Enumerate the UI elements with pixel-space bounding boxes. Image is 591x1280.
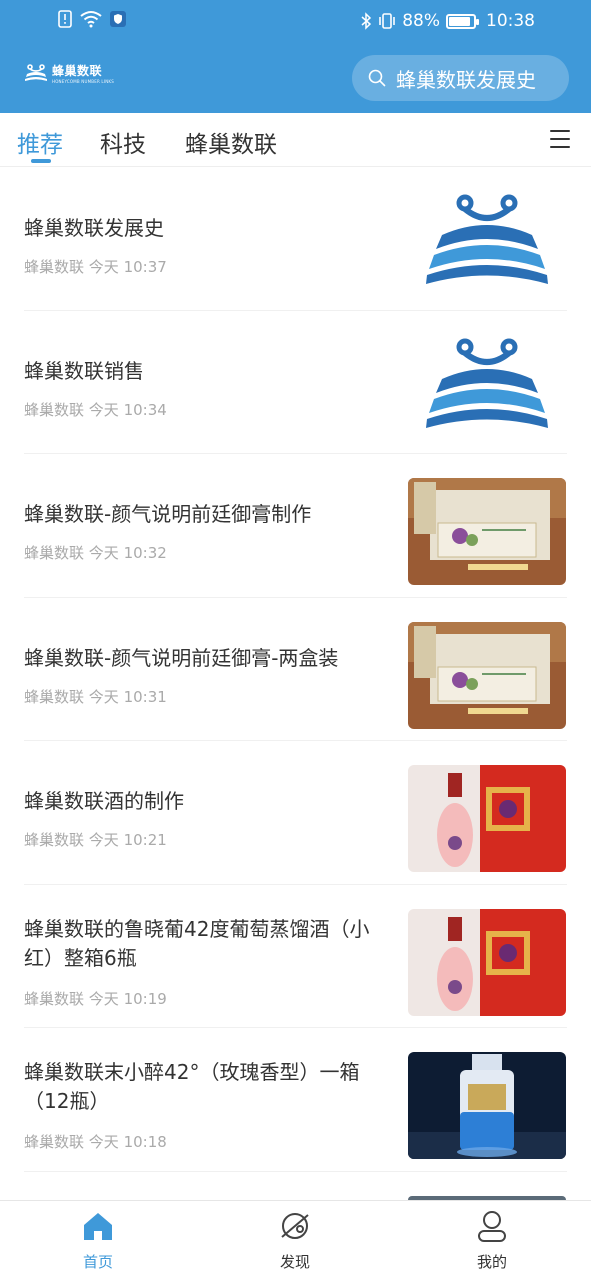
item-title: 蜂巢数联销售 bbox=[24, 359, 144, 383]
list-item[interactable]: 蜂巢数联-颜气说明前廷御膏-两盒装 蜂巢数联 今天 10:31 bbox=[24, 598, 567, 741]
menu-icon[interactable] bbox=[550, 130, 570, 148]
search-bar[interactable]: 蜂巢数联发展史 bbox=[352, 55, 569, 101]
item-title: 蜂巢数联酒的制作 bbox=[24, 789, 184, 813]
alert-icon bbox=[58, 10, 72, 28]
discover-icon bbox=[281, 1213, 309, 1239]
honeycomb-logo-thumbnail bbox=[408, 187, 566, 294]
nav-profile-label: 我的 bbox=[476, 1253, 507, 1271]
list-item[interactable]: 蜂巢数联销售 蜂巢数联 今天 10:34 bbox=[24, 311, 567, 454]
paste-box-thumbnail bbox=[408, 478, 566, 585]
wine-box-thumbnail bbox=[408, 909, 566, 1016]
item-meta: 蜂巢数联 今天 10:21 bbox=[24, 831, 167, 849]
item-meta: 蜂巢数联 今天 10:18 bbox=[24, 1133, 167, 1151]
item-meta: 蜂巢数联 今天 10:19 bbox=[24, 990, 167, 1008]
paste-box-thumbnail bbox=[408, 622, 566, 729]
nav-discover-label: 发现 bbox=[279, 1253, 310, 1271]
nav-profile[interactable]: 我的 bbox=[452, 1209, 532, 1272]
item-title: 蜂巢数联-颜气说明前廷御膏-两盒装 bbox=[24, 646, 339, 670]
category-tabs: 推荐 科技 蜂巢数联 bbox=[0, 113, 591, 167]
item-title: 蜂巢数联发展史 bbox=[24, 216, 164, 240]
brand-subtitle: HONEYCOMB NUMBER LINKS bbox=[52, 79, 114, 84]
list-item[interactable] bbox=[24, 1172, 567, 1200]
list-item[interactable]: 蜂巢数联的鲁晓葡42度葡萄蒸馏酒（小红）整箱6瓶 蜂巢数联 今天 10:19 bbox=[24, 885, 567, 1028]
item-meta: 蜂巢数联 今天 10:32 bbox=[24, 544, 167, 562]
item-meta: 蜂巢数联 今天 10:37 bbox=[24, 258, 167, 276]
status-bar: 88% 10:38 bbox=[0, 0, 591, 44]
item-title: 蜂巢数联末小醉42°（玫瑰香型）一箱（12瓶） bbox=[24, 1060, 360, 1113]
item-meta: 蜂巢数联 今天 10:34 bbox=[24, 401, 167, 419]
honeycomb-logo-icon bbox=[25, 64, 47, 81]
wine-box-thumbnail bbox=[408, 765, 566, 872]
profile-icon bbox=[478, 1211, 506, 1242]
liquor-bottle-thumbnail bbox=[408, 1052, 566, 1159]
tab-fengchao[interactable]: 蜂巢数联 bbox=[185, 125, 277, 159]
nav-home[interactable]: 首页 bbox=[58, 1209, 138, 1272]
item-meta: 蜂巢数联 今天 10:31 bbox=[24, 688, 167, 706]
bottom-navigation: 首页 发现 我的 bbox=[0, 1200, 591, 1280]
item-title: 蜂巢数联的鲁晓葡42度葡萄蒸馏酒（小红）整箱6瓶 bbox=[24, 917, 370, 970]
clock: 10:38 bbox=[486, 11, 535, 31]
tab-tech[interactable]: 科技 bbox=[100, 125, 146, 159]
bluetooth-icon bbox=[361, 12, 372, 30]
honeycomb-logo-thumbnail bbox=[408, 331, 566, 438]
vibrate-icon bbox=[378, 12, 396, 30]
nav-discover[interactable]: 发现 bbox=[255, 1209, 335, 1272]
home-icon bbox=[84, 1213, 112, 1240]
nav-home-label: 首页 bbox=[82, 1253, 113, 1271]
active-tab-indicator bbox=[31, 159, 51, 163]
tab-recommend[interactable]: 推荐 bbox=[17, 125, 63, 159]
search-icon bbox=[368, 69, 386, 87]
app-header: 88% 10:38 蜂巢数联 HONEYCOMB NUMBER LINKS 蜂巢… bbox=[0, 0, 591, 113]
search-text: 蜂巢数联发展史 bbox=[396, 67, 536, 92]
brand-logo[interactable]: 蜂巢数联 HONEYCOMB NUMBER LINKS bbox=[24, 62, 114, 84]
list-item[interactable]: 蜂巢数联-颜气说明前廷御膏制作 蜂巢数联 今天 10:32 bbox=[24, 454, 567, 598]
battery-icon bbox=[446, 13, 479, 29]
list-item[interactable]: 蜂巢数联酒的制作 蜂巢数联 今天 10:21 bbox=[24, 741, 567, 885]
list-item[interactable]: 蜂巢数联末小醉42°（玫瑰香型）一箱（12瓶） 蜂巢数联 今天 10:18 bbox=[24, 1028, 567, 1172]
battery-percent: 88% bbox=[402, 11, 440, 31]
wifi-icon bbox=[80, 10, 102, 28]
brand-name: 蜂巢数联 bbox=[52, 64, 103, 78]
shield-icon bbox=[110, 11, 126, 27]
item-title: 蜂巢数联-颜气说明前廷御膏制作 bbox=[24, 502, 312, 526]
list-item[interactable]: 蜂巢数联发展史 蜂巢数联 今天 10:37 bbox=[24, 167, 567, 311]
